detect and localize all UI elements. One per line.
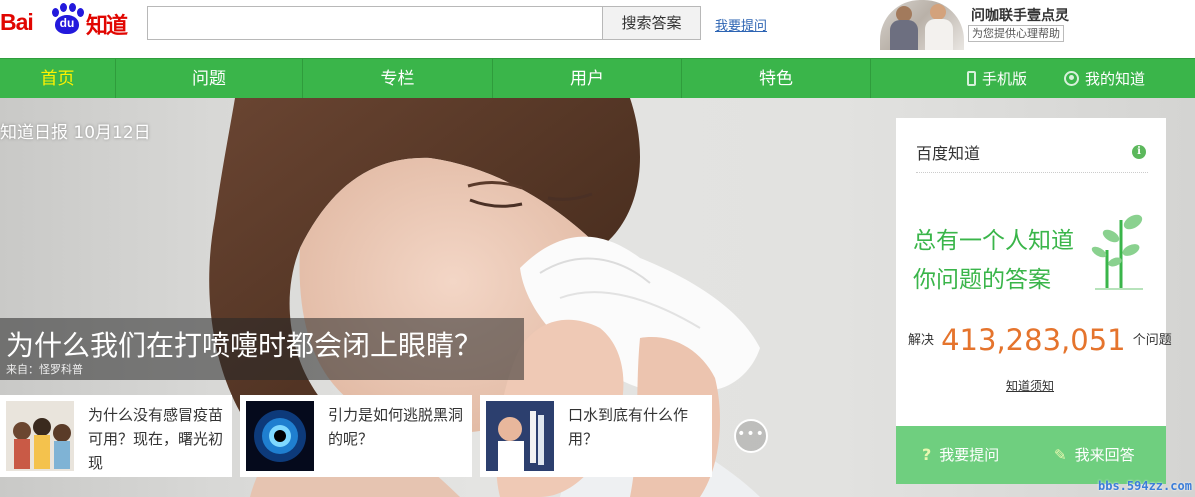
ad-banner[interactable]: 问咖联手壹点灵 为您提供心理帮助: [880, 0, 1090, 50]
logo-du-text: du: [59, 16, 75, 30]
article-card-title[interactable]: 口水到底有什么作用？: [568, 403, 706, 451]
user-icon: [1064, 71, 1079, 86]
headline-title[interactable]: 为什么我们在打喷嚏时都会闭上眼睛？: [6, 324, 482, 364]
zhidao-side-panel: 百度知道 i 总有一个人知道 你问题的答案 解决 413,283,051 个问题…: [896, 118, 1172, 484]
panel-title: 百度知道: [916, 144, 981, 163]
article-thumbnail: [6, 401, 74, 471]
ad-subtitle: 为您提供心理帮助: [968, 25, 1064, 42]
header: Bai du 知道 搜索答案 我要提问 问咖联手壹点灵 为您提供心理帮助: [0, 0, 1195, 58]
article-card[interactable]: 口水到底有什么作用？: [480, 395, 712, 477]
ask-question-label: 我要提问: [939, 446, 1000, 464]
question-icon: ?: [922, 445, 932, 464]
ask-question-button[interactable]: ? 我要提问: [922, 426, 999, 484]
phone-icon: [967, 71, 976, 86]
article-card[interactable]: 引力是如何逃脱黑洞的呢？: [240, 395, 472, 477]
solved-counter: 解决 413,283,051 个问题: [908, 323, 1172, 357]
ad-title: 问咖联手壹点灵: [971, 8, 1069, 24]
hero-banner[interactable]: 知道日报 10月12日 为什么我们在打喷嚏时都会闭上眼睛？ 来自：怪罗科普 为什…: [0, 98, 1195, 497]
article-thumbnail: [486, 401, 554, 471]
ask-question-link[interactable]: 我要提问: [715, 15, 767, 34]
article-card-title[interactable]: 引力是如何逃脱黑洞的呢？: [328, 403, 466, 451]
article-card[interactable]: 为什么没有感冒疫苗可用？现在，曙光初现: [0, 395, 232, 477]
search-button[interactable]: 搜索答案: [602, 6, 701, 40]
baidu-paw-icon: du: [48, 3, 84, 37]
headline-source: 来自：怪罗科普: [6, 363, 83, 376]
slogan-line-2: 你问题的答案: [913, 267, 1051, 293]
article-thumbnail: [246, 401, 314, 471]
headline-box[interactable]: 为什么我们在打喷嚏时都会闭上眼睛？ 来自：怪罗科普: [0, 318, 524, 380]
answer-label: 我来回答: [1074, 446, 1135, 464]
main-nav: 首页 问题 专栏 用户 特色 手机版 我的知道: [0, 58, 1195, 99]
nav-mobile[interactable]: 手机版: [967, 59, 1027, 99]
logo-zhidao-text: 知道: [86, 14, 128, 39]
answer-button[interactable]: ✎ 我来回答: [1054, 426, 1135, 484]
ad-photo: [880, 0, 964, 50]
more-icon[interactable]: •••: [734, 419, 768, 453]
search-input[interactable]: [147, 6, 603, 40]
sprout-icon: [1091, 214, 1143, 290]
solved-prefix: 解决: [908, 333, 935, 348]
info-icon[interactable]: i: [1132, 145, 1146, 159]
daily-report-label: 知道日报 10月12日: [0, 123, 151, 143]
nav-item-questions[interactable]: 问题: [116, 59, 303, 99]
nav-my-label: 我的知道: [1085, 70, 1146, 88]
slogan-line-1: 总有一个人知道: [913, 228, 1074, 254]
nav-item-home[interactable]: 首页: [0, 59, 116, 99]
baidu-zhidao-logo[interactable]: Bai du 知道: [0, 3, 140, 39]
article-card-title[interactable]: 为什么没有感冒疫苗可用？现在，曙光初现: [88, 403, 226, 475]
pen-icon: ✎: [1054, 446, 1067, 464]
notice-link[interactable]: 知道须知: [1006, 377, 1054, 394]
nav-item-columns[interactable]: 专栏: [303, 59, 493, 99]
nav-item-users[interactable]: 用户: [493, 59, 682, 99]
solved-count: 413,283,051: [941, 323, 1126, 357]
logo-bai-text: Bai: [0, 9, 34, 35]
nav-mobile-label: 手机版: [982, 70, 1028, 88]
nav-my-zhidao[interactable]: 我的知道: [1064, 59, 1145, 99]
panel-divider: [916, 172, 1148, 173]
watermark: bbs.594zz.com: [1098, 479, 1192, 493]
nav-item-features[interactable]: 特色: [682, 59, 871, 99]
solved-suffix: 个问题: [1132, 333, 1172, 348]
panel-footer: ? 我要提问 ✎ 我来回答: [896, 426, 1166, 484]
